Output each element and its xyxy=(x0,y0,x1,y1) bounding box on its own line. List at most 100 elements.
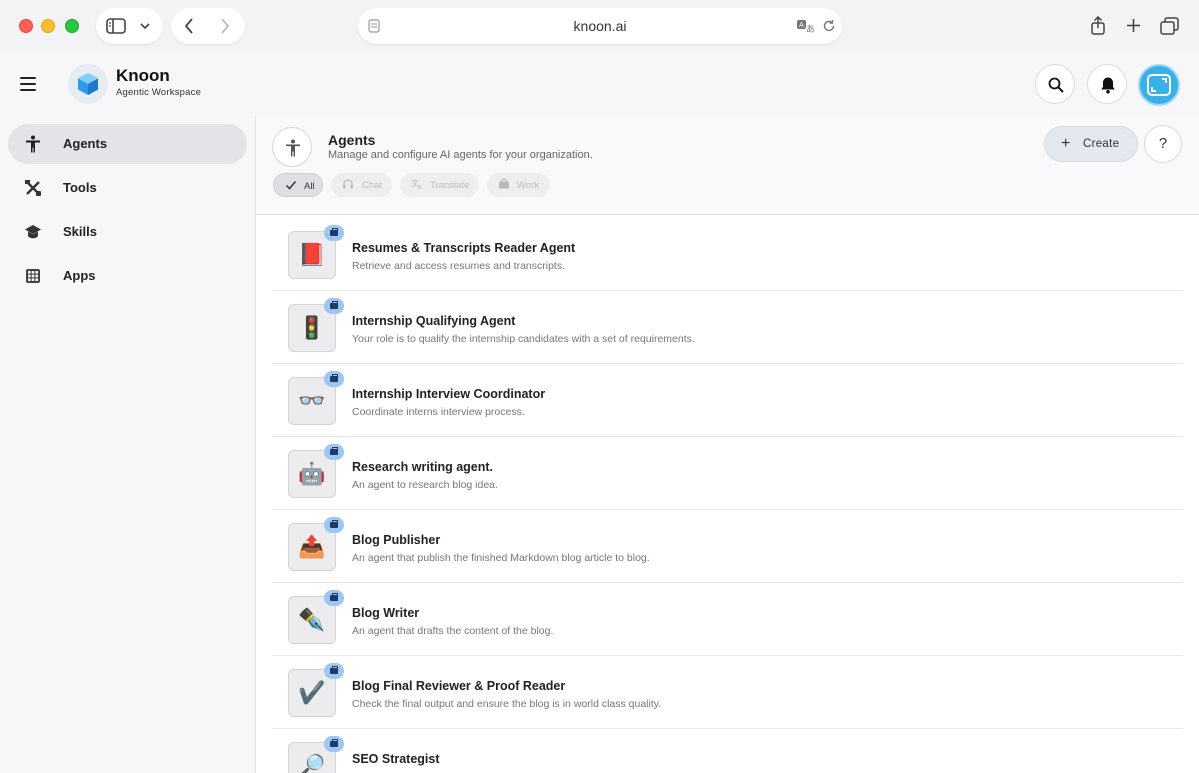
agent-name: Research writing agent. xyxy=(352,460,494,474)
sidebar-item-agents[interactable]: Agents xyxy=(8,124,247,164)
briefcase-badge-icon xyxy=(324,371,344,387)
agent-description: Coordinate interns interview process. xyxy=(352,406,525,418)
tab-overview-icon[interactable] xyxy=(1160,17,1179,35)
agent-description: An agent that drafts the content of the … xyxy=(352,625,554,637)
zoom-window-button[interactable] xyxy=(65,19,79,33)
sidebar-item-tools[interactable]: Tools xyxy=(8,168,247,208)
briefcase-icon xyxy=(499,179,509,189)
agent-name: Resumes & Transcripts Reader Agent xyxy=(352,241,576,255)
create-agent-button[interactable]: + Create xyxy=(1044,126,1138,162)
agent-emoji: 📤 xyxy=(298,534,326,559)
graduation-cap-icon xyxy=(25,225,41,239)
agent-emoji: 📕 xyxy=(298,242,326,267)
address-bar[interactable]: knoon.ai Aあ xyxy=(358,8,842,44)
briefcase-badge-icon xyxy=(324,444,344,460)
filter-chip-label: All xyxy=(304,181,315,192)
sidebar-toggle-button[interactable] xyxy=(96,8,163,44)
menu-icon[interactable] xyxy=(20,77,36,91)
notifications-button[interactable] xyxy=(1087,64,1127,104)
agent-name: Internship Qualifying Agent xyxy=(352,314,516,328)
app-header: Knoon Agentic Workspace xyxy=(0,52,1199,116)
briefcase-badge-icon xyxy=(324,225,344,241)
agent-row[interactable]: ✒️ Blog Writer An agent that drafts the co… xyxy=(272,583,1183,656)
avatar-image-icon xyxy=(1147,74,1171,96)
bell-icon xyxy=(1101,77,1115,94)
agent-emoji: 🚦 xyxy=(298,315,326,340)
translate-icon: 文A xyxy=(411,178,422,191)
share-icon[interactable] xyxy=(1090,16,1106,35)
agent-row[interactable]: ✔️ Blog Final Reviewer & Proof Reader Chec… xyxy=(272,656,1183,729)
agent-row[interactable]: 🤖 Research writing agent. An agent to rese… xyxy=(272,437,1183,510)
briefcase-badge-icon xyxy=(324,736,344,752)
forward-arrow-icon[interactable] xyxy=(219,18,231,34)
filter-chip-chat[interactable]: Chat xyxy=(331,173,392,197)
briefcase-badge-icon xyxy=(324,298,344,314)
agent-emoji: ✒️ xyxy=(298,607,326,632)
filter-chip-label: Work xyxy=(517,180,539,191)
knoon-logo-icon xyxy=(78,73,98,95)
briefcase-badge-icon xyxy=(324,517,344,533)
filter-chip-label: Translate xyxy=(430,180,470,191)
main-content: Agents Manage and configure AI agents fo… xyxy=(256,116,1199,773)
grid-icon xyxy=(26,269,40,283)
reload-icon[interactable] xyxy=(822,19,836,33)
agent-name: Blog Writer xyxy=(352,606,420,620)
minimize-window-button[interactable] xyxy=(41,19,55,33)
agent-row[interactable]: 👓 Internship Interview Coordinator Coordin… xyxy=(272,364,1183,437)
agent-description: An agent to research blog idea. xyxy=(352,479,498,491)
agent-emoji: 🤖 xyxy=(298,461,326,486)
tools-icon xyxy=(25,180,41,196)
agent-name: SEO Strategist xyxy=(352,752,440,766)
person-icon xyxy=(286,139,300,157)
briefcase-badge-icon xyxy=(324,663,344,679)
agent-name: Blog Publisher xyxy=(352,533,441,547)
sidebar-item-skills[interactable]: Skills xyxy=(8,212,247,252)
sidebar-item-apps[interactable]: Apps xyxy=(8,256,247,296)
sidebar-item-label: Apps xyxy=(63,268,96,283)
filter-chip-work[interactable]: Work xyxy=(487,173,550,197)
agent-description: Retrieve and access resumes and transcri… xyxy=(352,260,566,272)
page-title: Agents xyxy=(328,132,376,148)
agent-row[interactable]: 📕 Resumes & Transcripts Reader Agent Retri… xyxy=(272,218,1183,291)
chevron-down-icon xyxy=(140,23,150,30)
close-window-button[interactable] xyxy=(19,19,33,33)
sidebar: Agents Tools Skills Apps xyxy=(0,116,256,773)
agent-name: Blog Final Reviewer & Proof Reader xyxy=(352,679,566,693)
translate-page-icon[interactable]: Aあ xyxy=(796,19,814,33)
agent-description: Your role is to qualify the internship c… xyxy=(352,333,695,345)
svg-text:A: A xyxy=(417,184,422,191)
search-icon xyxy=(1048,77,1064,93)
user-avatar[interactable] xyxy=(1138,64,1180,106)
agent-row[interactable]: 🚦 Internship Qualifying Agent Your role is… xyxy=(272,291,1183,364)
headset-icon xyxy=(343,179,353,189)
agent-row[interactable]: 🔎 SEO Strategist xyxy=(272,729,1183,773)
check-icon xyxy=(285,181,297,190)
create-button-label: Create xyxy=(1083,138,1120,150)
help-button[interactable]: ? xyxy=(1144,125,1182,163)
agent-description: Check the final output and ensure the bl… xyxy=(352,698,662,710)
search-button[interactable] xyxy=(1035,64,1075,104)
brand-name: Knoon xyxy=(116,66,170,85)
person-icon xyxy=(26,135,40,153)
sidebar-item-label: Agents xyxy=(63,136,108,151)
filter-chip-label: Chat xyxy=(362,180,383,191)
brand-subtitle: Agentic Workspace xyxy=(116,87,202,98)
filter-chip-translate[interactable]: 文A Translate xyxy=(400,173,479,197)
page-subtitle: Manage and configure AI agents for your … xyxy=(328,149,593,161)
browser-toolbar: knoon.ai Aあ xyxy=(0,0,1199,52)
sidebar-item-label: Skills xyxy=(63,224,97,239)
briefcase-badge-icon xyxy=(324,590,344,606)
sidebar-icon xyxy=(106,18,126,34)
plus-icon: + xyxy=(1061,135,1071,152)
history-navigation xyxy=(171,8,245,44)
new-tab-icon[interactable] xyxy=(1126,18,1141,33)
page-header: Agents Manage and configure AI agents fo… xyxy=(256,116,1199,215)
agent-row[interactable]: 📤 Blog Publisher An agent that publish the… xyxy=(272,510,1183,583)
page-icon xyxy=(272,127,312,167)
back-arrow-icon[interactable] xyxy=(183,18,195,34)
filter-chip-all[interactable]: All xyxy=(273,173,323,197)
agent-emoji: 👓 xyxy=(298,388,326,413)
url-text[interactable]: knoon.ai xyxy=(358,18,842,34)
sidebar-item-label: Tools xyxy=(63,180,97,195)
agent-description: An agent that publish the finished Markd… xyxy=(352,552,650,564)
